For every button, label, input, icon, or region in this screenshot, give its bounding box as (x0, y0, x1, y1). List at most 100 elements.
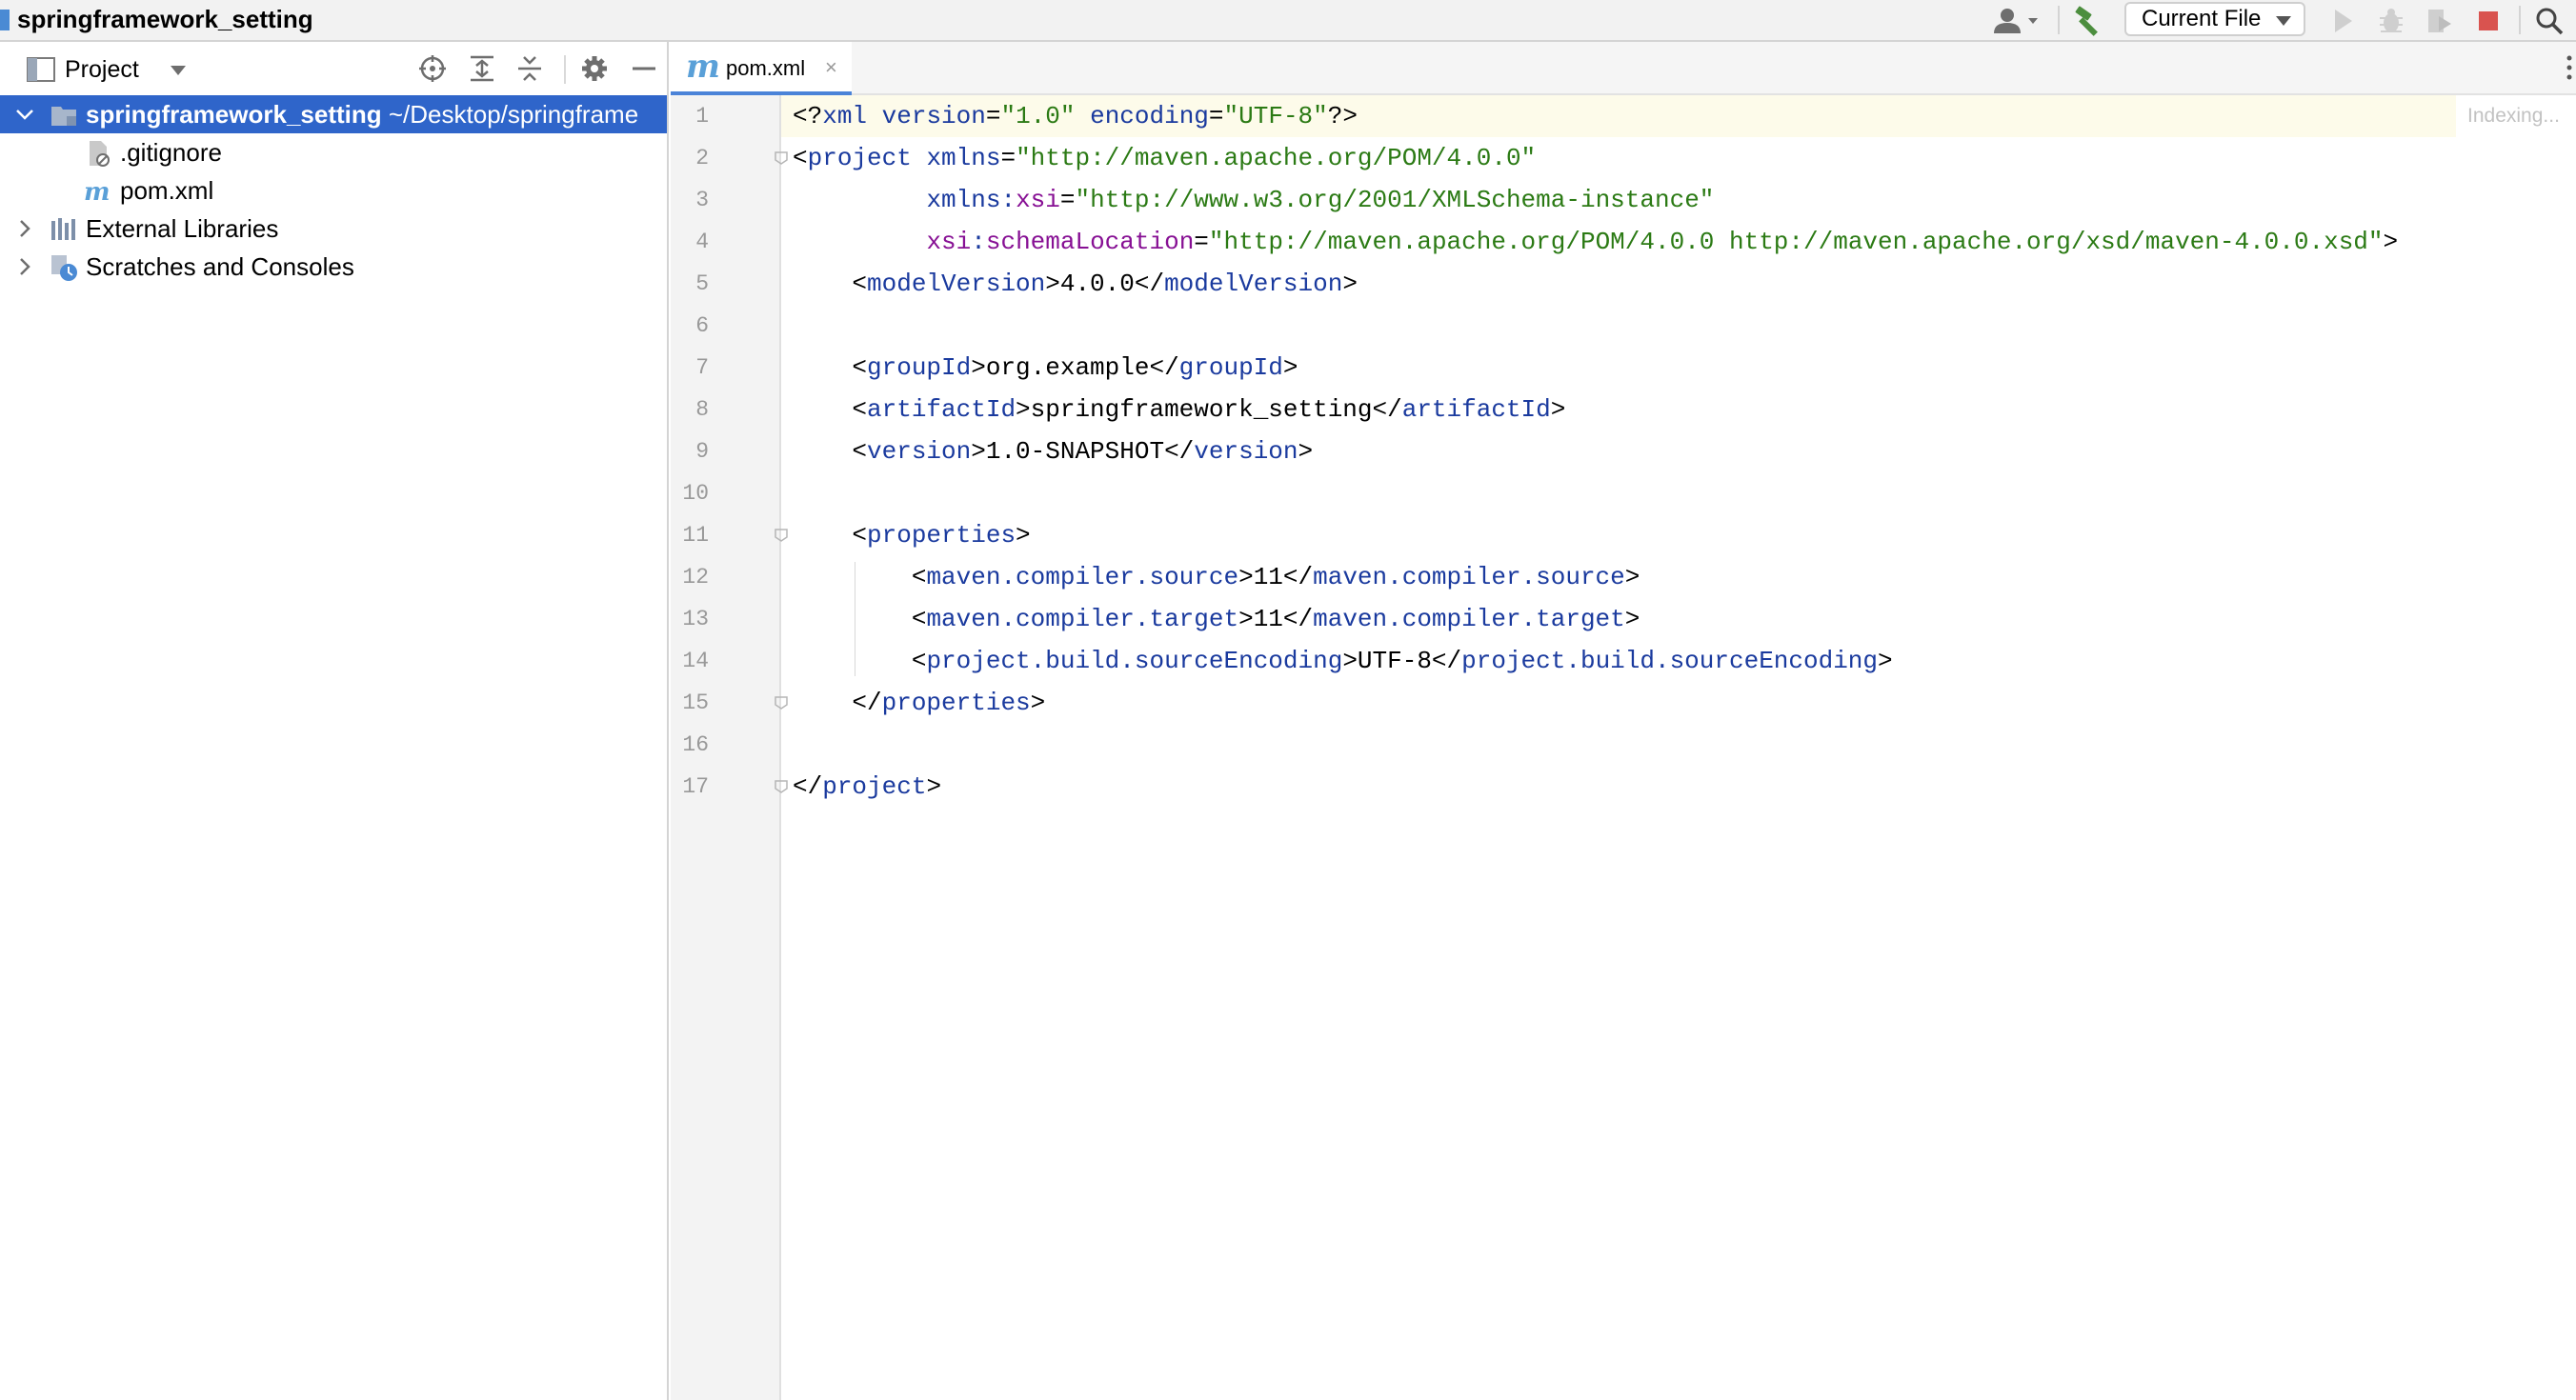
code-line[interactable]: </project> (793, 766, 941, 808)
line-number: 5 (695, 271, 709, 296)
coverage-button[interactable] (2422, 4, 2456, 38)
line-number: 1 (695, 104, 709, 129)
indexing-status: Indexing... (2456, 95, 2576, 137)
crosshair-icon (419, 55, 446, 82)
header-separator (564, 55, 566, 84)
code-line[interactable]: <maven.compiler.source>11</maven.compile… (793, 556, 1640, 598)
tree-item-label: Scratches and Consoles (86, 252, 354, 281)
code-line[interactable]: <project xmlns="http://maven.apache.org/… (793, 137, 1536, 179)
chevron-right-icon[interactable] (13, 255, 36, 278)
hide-panel-button[interactable] (629, 53, 659, 84)
code-line[interactable]: <modelVersion>4.0.0</modelVersion> (793, 263, 1358, 305)
select-opened-file-button[interactable] (417, 53, 448, 84)
project-panel-title[interactable]: Project (65, 42, 139, 97)
chevron-down-icon (2276, 16, 2291, 26)
code-line[interactable]: xsi:schemaLocation="http://maven.apache.… (793, 221, 2398, 263)
code-line[interactable]: <groupId>org.example</groupId> (793, 347, 1298, 389)
code-line[interactable]: xmlns:xsi="http://www.w3.org/2001/XMLSch… (793, 179, 1714, 221)
maven-file-icon: m (84, 178, 111, 206)
more-vertical-icon[interactable] (2563, 53, 2576, 82)
chevron-down-icon[interactable] (170, 65, 187, 76)
tree-item-project-root[interactable]: springframework_setting ~/Desktop/spring… (0, 95, 667, 133)
project-panel-header: Project (0, 42, 667, 95)
coverage-icon (2428, 10, 2451, 32)
fold-marker-icon[interactable] (774, 528, 789, 543)
window-title: springframework_setting (17, 5, 313, 33)
line-number: 17 (682, 774, 709, 799)
fold-marker-icon[interactable] (774, 150, 789, 166)
code-line[interactable]: <artifactId>springframework_setting</art… (793, 389, 1565, 430)
title-toolbar: springframework_setting Current File (0, 0, 2576, 42)
project-tool-window: Project springframework_setting ~/Deskto… (0, 42, 669, 1400)
run-icon (2335, 10, 2352, 32)
stop-icon (2479, 11, 2498, 30)
fold-marker-icon[interactable] (774, 779, 789, 794)
code-line[interactable]: <?xml version="1.0" encoding="UTF-8"?> (793, 95, 1358, 137)
scratches-icon (51, 255, 77, 281)
code-line[interactable]: </properties> (793, 682, 1045, 724)
project-view-icon (27, 57, 55, 82)
expand-all-button[interactable] (467, 53, 497, 84)
tab-pom-xml[interactable]: m pom.xml × (671, 42, 852, 95)
gitignore-file-icon (90, 141, 110, 167)
line-number: 8 (695, 397, 709, 422)
stop-button[interactable] (2471, 4, 2506, 38)
tree-item-label: .gitignore (120, 138, 222, 167)
line-number: 11 (682, 523, 709, 548)
tree-item-label: External Libraries (86, 214, 279, 243)
maven-file-icon: m (686, 48, 720, 86)
line-number: 16 (682, 732, 709, 757)
toolbar-separator (2519, 6, 2521, 34)
minimize-icon (633, 67, 655, 70)
line-number: 9 (695, 439, 709, 464)
hammer-icon (2075, 6, 2098, 36)
editor-tab-bar: m pom.xml × (671, 42, 2576, 95)
gear-icon (582, 56, 607, 81)
line-number: 14 (682, 649, 709, 673)
svg-text:m: m (84, 178, 111, 206)
libraries-icon (51, 218, 75, 240)
chevron-down-icon[interactable] (13, 103, 36, 126)
code-line[interactable]: <maven.compiler.target>11</maven.compile… (793, 598, 1640, 640)
close-icon[interactable]: × (825, 57, 837, 78)
line-number: 10 (682, 481, 709, 506)
panel-settings-button[interactable] (579, 53, 610, 84)
tree-item-scratches[interactable]: Scratches and Consoles (0, 248, 667, 286)
user-menu-button[interactable] (1989, 4, 2043, 38)
debug-button[interactable] (2374, 4, 2408, 38)
tree-item-external-libraries[interactable]: External Libraries (0, 210, 667, 248)
run-configuration-select[interactable]: Current File (2124, 2, 2305, 36)
line-number: 12 (682, 565, 709, 590)
fold-marker-icon[interactable] (774, 695, 789, 710)
line-number: 13 (682, 607, 709, 631)
tree-item-pom-xml[interactable]: m pom.xml (0, 171, 667, 210)
tab-label: pom.xml (726, 56, 806, 80)
line-number: 3 (695, 188, 709, 212)
build-button[interactable] (2069, 4, 2107, 38)
expand-all-icon (471, 55, 493, 82)
debug-icon (2380, 9, 2403, 32)
toolbar-separator (2058, 6, 2060, 34)
code-line[interactable]: <properties> (793, 514, 1030, 556)
collapse-all-icon (518, 56, 541, 81)
app-icon (0, 10, 10, 30)
code-line[interactable]: <version>1.0-SNAPSHOT</version> (793, 430, 1313, 472)
search-icon (2536, 8, 2564, 35)
collapse-all-button[interactable] (514, 53, 545, 84)
search-everywhere-button[interactable] (2530, 4, 2568, 38)
run-configuration-label: Current File (2142, 6, 2262, 31)
chevron-right-icon[interactable] (13, 217, 36, 240)
project-root-label: springframework_setting (86, 100, 382, 129)
line-number: 15 (682, 690, 709, 715)
tree-item-gitignore[interactable]: .gitignore (0, 133, 667, 171)
line-number: 2 (695, 146, 709, 170)
line-number: 6 (695, 313, 709, 338)
line-number: 4 (695, 230, 709, 254)
project-root-path: ~/Desktop/springframe (388, 100, 639, 129)
run-button[interactable] (2326, 4, 2361, 38)
folder-icon (51, 107, 76, 126)
line-number-gutter: 1 2 3 4 5 6 7 8 9 10 11 12 13 14 15 16 17 (671, 95, 781, 1400)
user-icon (1994, 9, 2038, 33)
editor-area: m pom.xml × 1 2 3 4 5 6 7 8 9 10 11 12 13 14 15 16 17 In… (671, 42, 2576, 1400)
code-line[interactable]: <project.build.sourceEncoding>UTF-8</pro… (793, 640, 1893, 682)
